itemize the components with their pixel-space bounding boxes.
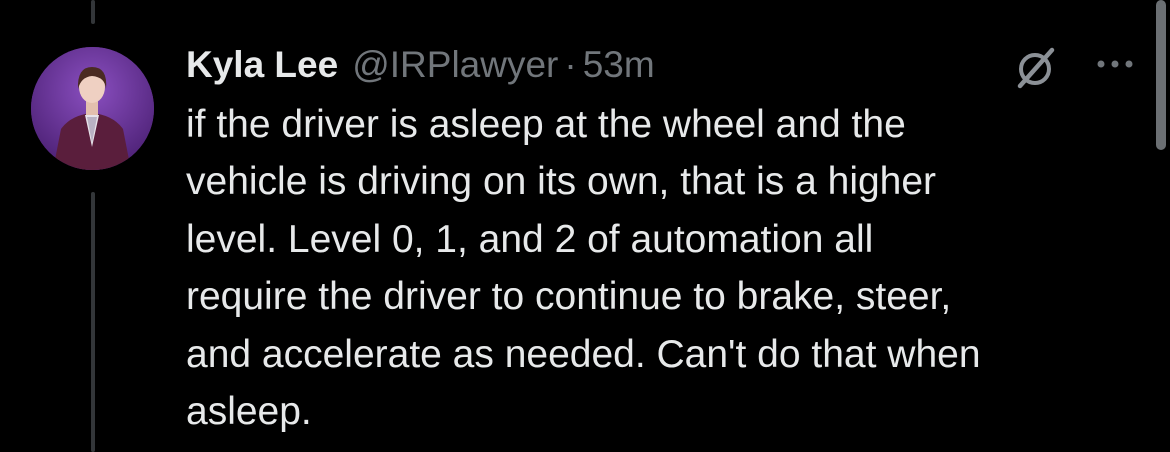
tweet-text-line: asleep.	[186, 390, 312, 434]
thread-line-top	[91, 0, 95, 24]
grok-icon[interactable]	[1012, 44, 1058, 90]
more-options-icon[interactable]	[1093, 52, 1141, 76]
tweet-text: if the driver is asleep at the wheel and…	[186, 96, 1126, 440]
tweet-text-line: vehicle is driving on its own, that is a…	[186, 160, 937, 204]
timestamp[interactable]: 53m	[583, 40, 655, 90]
display-name[interactable]: Kyla Lee	[186, 40, 338, 90]
tweet-text-line: and accelerate as needed. Can't do that …	[186, 332, 981, 376]
avatar[interactable]	[31, 47, 154, 170]
avatar-image	[31, 47, 154, 170]
tweet-text-line: level. Level 0, 1, and 2 of automation a…	[186, 217, 874, 261]
tweet-text-line: require the driver to continue to brake,…	[186, 275, 952, 319]
scrollbar[interactable]	[1156, 0, 1166, 150]
separator-dot: ·	[564, 44, 577, 85]
tweet-header: Kyla Lee @IRPlawyer · 53m	[186, 40, 655, 90]
user-handle[interactable]: @IRPlawyer	[352, 40, 558, 90]
tweet-text-line: if the driver is asleep at the wheel and…	[186, 103, 906, 146]
thread-line-bottom	[91, 192, 95, 452]
